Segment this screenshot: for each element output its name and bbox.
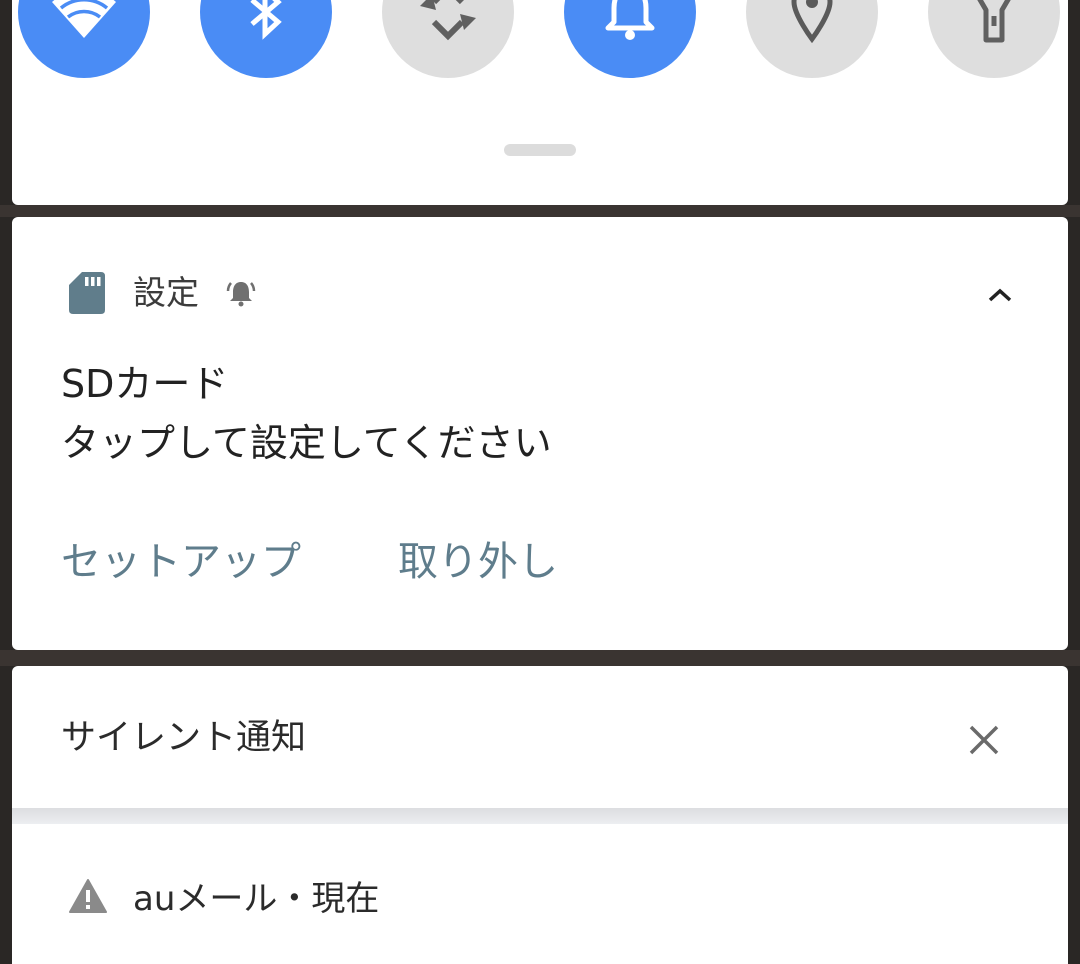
- wifi-tile[interactable]: [18, 0, 150, 78]
- sd-card-notification[interactable]: 設定 SDカード タップして設定してください セットアップ 取り外し: [12, 217, 1068, 650]
- silent-notifications-header: サイレント通知: [12, 666, 1068, 808]
- auto-rotate-tile[interactable]: [382, 0, 514, 78]
- bluetooth-icon: [250, 0, 282, 40]
- notification-title: SDカード: [61, 362, 229, 406]
- alert-bell-icon: [226, 282, 256, 307]
- notification-app-name: 設定: [133, 273, 199, 312]
- bluetooth-tile[interactable]: [200, 0, 332, 78]
- sd-card-icon: [69, 272, 105, 314]
- location-tile[interactable]: [746, 0, 878, 78]
- flashlight-tile[interactable]: [928, 0, 1060, 78]
- sound-tile[interactable]: [564, 0, 696, 78]
- location-pin-icon: [791, 0, 833, 43]
- dismiss-silent-button[interactable]: [962, 718, 1006, 762]
- background-gap: [0, 650, 1080, 666]
- close-icon: [969, 725, 999, 755]
- section-divider: [12, 808, 1068, 824]
- setup-button[interactable]: セットアップ: [61, 535, 301, 589]
- auto-rotate-icon: [420, 0, 476, 41]
- au-mail-notification[interactable]: auメール・現在: [12, 824, 1068, 964]
- background-gap: [0, 205, 1080, 217]
- chevron-up-icon: [988, 288, 1012, 302]
- flashlight-icon: [977, 0, 1011, 43]
- warning-icon: [69, 879, 107, 913]
- silent-notifications-label: サイレント通知: [61, 718, 307, 758]
- eject-button[interactable]: 取り外し: [398, 535, 558, 589]
- notification-text: タップして設定してください: [61, 421, 552, 465]
- panel-drag-handle[interactable]: [504, 144, 576, 156]
- wifi-icon: [52, 0, 116, 38]
- bell-icon: [605, 0, 655, 40]
- collapse-button[interactable]: [984, 279, 1016, 311]
- au-mail-label: auメール・現在: [133, 879, 380, 919]
- quick-settings-panel: [12, 0, 1068, 205]
